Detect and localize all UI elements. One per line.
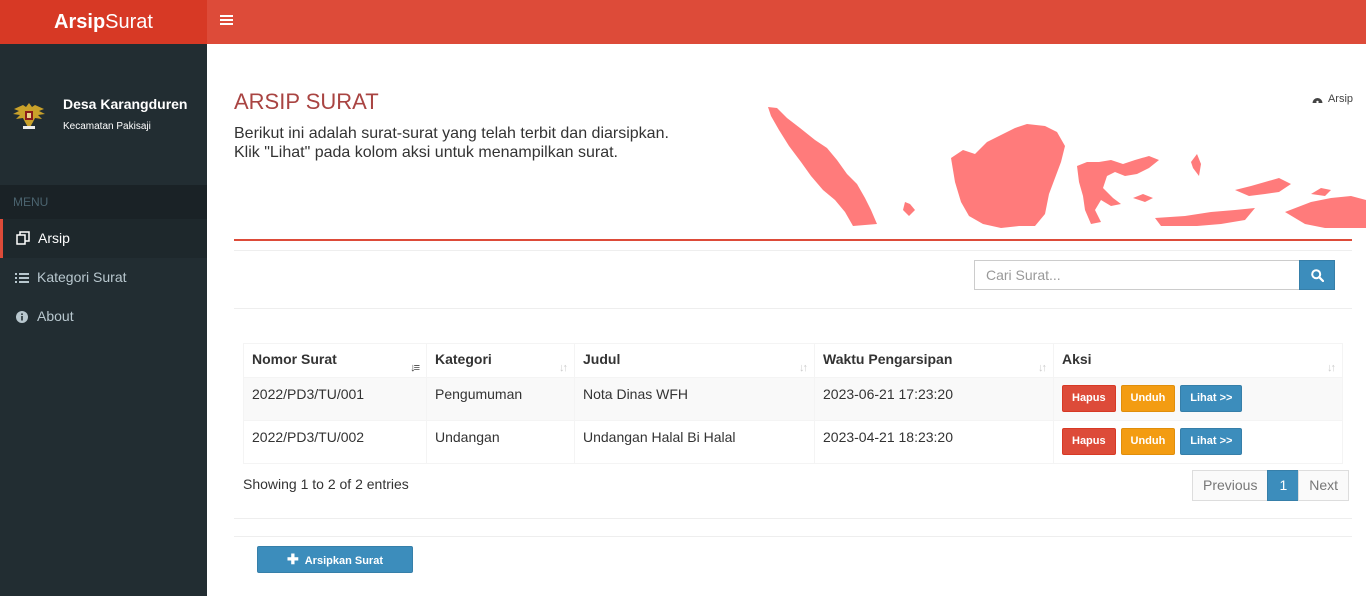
top-navbar — [207, 0, 1366, 44]
column-header-kategori[interactable]: Kategori ↓↑ — [426, 343, 575, 378]
header-label: Waktu Pengarsipan — [823, 351, 953, 367]
cell-aksi: Hapus Unduh Lihat >> — [1053, 377, 1343, 421]
sidebar-item-about[interactable]: About — [0, 297, 207, 336]
logo-light: Surat — [105, 11, 153, 33]
cell-kategori: Pengumuman — [426, 377, 575, 421]
table-header-row: Nomor Surat ↓≡ Kategori ↓↑ Judul ↓↑ Waktu P… — [243, 343, 1343, 378]
download-button[interactable]: Unduh — [1120, 385, 1176, 412]
header-label: Nomor Surat — [252, 351, 337, 367]
sort-icon: ↓↑ — [559, 362, 568, 374]
sort-asc-icon: ↓≡ — [410, 362, 420, 374]
sort-icon: ↓↑ — [1038, 362, 1047, 374]
header-label: Kategori — [435, 351, 492, 367]
cell-nomor: 2022/PD3/TU/001 — [243, 377, 427, 421]
list-icon — [15, 258, 29, 297]
header-divider — [234, 239, 1352, 241]
search-icon — [1311, 269, 1324, 282]
plus-icon: ✚ — [287, 551, 299, 567]
description-line: Berikut ini adalah surat-surat yang tela… — [234, 125, 669, 142]
district-name: Kecamatan Pakisaji — [63, 121, 151, 132]
main-content: ARSIP SURAT Berikut ini adalah surat-sur… — [207, 44, 1366, 596]
divider — [234, 308, 1352, 309]
view-button[interactable]: Lihat >> — [1180, 385, 1243, 412]
cell-aksi: Hapus Unduh Lihat >> — [1053, 420, 1343, 464]
archive-letter-button[interactable]: ✚ Arsipkan Surat — [257, 546, 413, 573]
column-header-aksi[interactable]: Aksi ↓↑ — [1053, 343, 1343, 378]
user-panel: Desa Karangduren Kecamatan Pakisaji — [0, 44, 207, 185]
download-button[interactable]: Unduh — [1120, 428, 1176, 455]
header-label: Judul — [583, 351, 621, 367]
divider — [234, 250, 1352, 251]
divider — [234, 518, 1352, 519]
sidebar-item-label: Arsip — [38, 230, 70, 246]
archive-letter-label: Arsipkan Surat — [304, 555, 383, 567]
village-name: Desa Karangduren — [63, 96, 188, 112]
search-form — [974, 260, 1335, 291]
copy-icon — [16, 219, 30, 258]
delete-button[interactable]: Hapus — [1062, 385, 1116, 412]
cell-judul: Undangan Halal Bi Halal — [574, 420, 815, 464]
search-button[interactable] — [1299, 260, 1335, 290]
description-line: Klik "Lihat" pada kolom aksi untuk menam… — [234, 144, 618, 161]
cell-waktu: 2023-04-21 18:23:20 — [814, 420, 1054, 464]
sidebar-toggle-icon[interactable] — [220, 15, 233, 29]
previous-page-button[interactable]: Previous — [1192, 470, 1269, 501]
delete-button[interactable]: Hapus — [1062, 428, 1116, 455]
next-page-button[interactable]: Next — [1298, 470, 1350, 501]
page-description: Berikut ini adalah surat-surat yang tela… — [234, 124, 669, 162]
view-button[interactable]: Lihat >> — [1180, 428, 1243, 455]
sidebar-item-label: Kategori Surat — [37, 269, 127, 285]
app-logo[interactable]: ArsipSurat — [0, 0, 207, 44]
sidebar-item-arsip[interactable]: Arsip — [0, 219, 207, 258]
menu-header: MENU — [0, 185, 207, 219]
cell-kategori: Undangan — [426, 420, 575, 464]
page-1-button[interactable]: 1 — [1267, 470, 1300, 501]
table-info: Showing 1 to 2 of 2 entries — [243, 476, 409, 492]
indonesia-map-image — [768, 107, 1366, 228]
cell-waktu: 2023-06-21 17:23:20 — [814, 377, 1054, 421]
logo-bold: Arsip — [54, 11, 106, 33]
page-title: ARSIP SURAT — [234, 89, 379, 114]
sort-icon: ↓↑ — [799, 362, 808, 374]
header-label: Aksi — [1062, 351, 1092, 367]
cell-judul: Nota Dinas WFH — [574, 377, 815, 421]
search-input[interactable] — [974, 260, 1300, 290]
pagination: Previous 1 Next — [1192, 470, 1350, 501]
divider — [234, 536, 1352, 537]
table-row: 2022/PD3/TU/002 Undangan Undangan Halal … — [243, 420, 1343, 464]
sidebar-item-label: About — [37, 308, 74, 324]
archive-table: Nomor Surat ↓≡ Kategori ↓↑ Judul ↓↑ Waktu P… — [243, 343, 1343, 464]
column-header-waktu[interactable]: Waktu Pengarsipan ↓↑ — [814, 343, 1054, 378]
sidebar-item-kategori-surat[interactable]: Kategori Surat — [0, 258, 207, 297]
table-row: 2022/PD3/TU/001 Pengumuman Nota Dinas WF… — [243, 377, 1343, 421]
info-circle-icon — [15, 297, 29, 336]
column-header-nomor[interactable]: Nomor Surat ↓≡ — [243, 343, 427, 378]
sidebar: Desa Karangduren Kecamatan Pakisaji MENU… — [0, 44, 207, 596]
garuda-emblem-icon — [13, 103, 45, 129]
cell-nomor: 2022/PD3/TU/002 — [243, 420, 427, 464]
sort-icon: ↓↑ — [1327, 362, 1336, 374]
column-header-judul[interactable]: Judul ↓↑ — [574, 343, 815, 378]
